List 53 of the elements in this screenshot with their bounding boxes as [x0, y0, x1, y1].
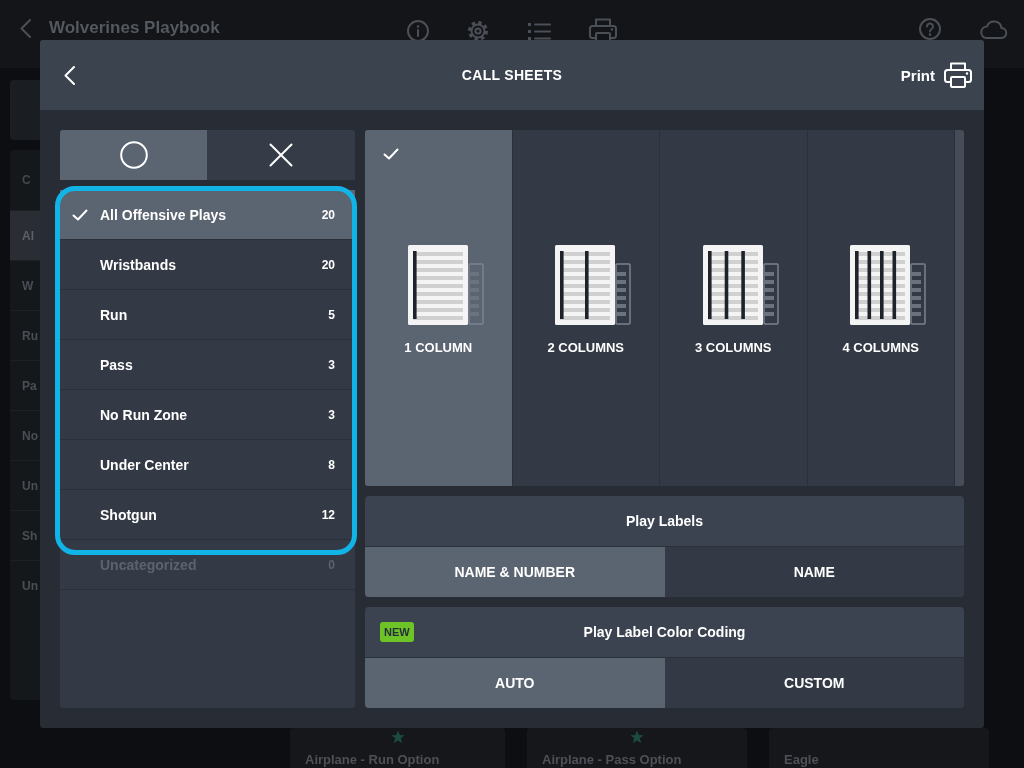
category-row[interactable]: Pass 3: [60, 340, 355, 390]
category-row[interactable]: All Offensive Plays 20: [60, 190, 355, 240]
circle-icon: [119, 141, 148, 169]
category-name: Wristbands: [100, 256, 177, 273]
play-count: 20: [321, 257, 335, 272]
category-name: All Offensive Plays: [100, 206, 228, 223]
column-layout-icon: [702, 245, 779, 325]
category-name: Under Center: [100, 456, 190, 473]
help-icon[interactable]: [919, 18, 941, 40]
play-count: 3: [328, 357, 335, 372]
check-icon: [72, 208, 88, 221]
dialog-title: CALL SHEETS: [461, 67, 563, 83]
category-row[interactable]: Wristbands 20: [60, 240, 355, 290]
column-layout-icon: [850, 245, 927, 325]
close-icon: [269, 143, 293, 167]
toggle-option[interactable]: AUTO: [365, 658, 665, 708]
filter-tab[interactable]: [60, 130, 207, 180]
printer-icon: [944, 62, 972, 88]
info-icon[interactable]: [407, 20, 429, 42]
category-name: Pass: [100, 356, 134, 373]
play-count: 8: [328, 457, 335, 472]
column-layout-icon: [407, 245, 484, 325]
toggle-option[interactable]: NAME: [664, 547, 964, 597]
category-name: Run: [100, 306, 129, 323]
category-row[interactable]: Run 5: [60, 290, 355, 340]
chevron-left-icon: [20, 18, 31, 38]
play-title: Airplane - Run Option: [305, 753, 440, 768]
category-row[interactable]: Shotgun 12: [60, 490, 355, 540]
settings-icon[interactable]: [467, 20, 489, 42]
play-count: 3: [328, 407, 335, 422]
list-icon[interactable]: [527, 21, 551, 41]
play-title: Airplane - Pass Option: [542, 753, 682, 768]
chevron-left-icon: [64, 65, 75, 85]
toggle-option[interactable]: NAME & NUMBER: [365, 547, 665, 597]
category-name: Shotgun: [100, 506, 158, 523]
play-count: 20: [321, 207, 335, 222]
column-layout-icon: [555, 245, 632, 325]
app-title: Wolverines Playbook: [49, 18, 220, 38]
card-background: [10, 80, 40, 140]
new-badge: NEW: [380, 622, 414, 642]
cloud-icon[interactable]: [978, 19, 1008, 39]
category-row[interactable]: Under Center 8: [60, 440, 355, 490]
layout-option[interactable]: 1 COLUMN: [365, 130, 513, 486]
play-count: 5: [328, 307, 335, 322]
print-button[interactable]: Print: [900, 62, 972, 88]
toggle-option[interactable]: CUSTOM: [664, 658, 964, 708]
section-title: Play Label Color Coding: [583, 624, 746, 640]
category-row[interactable]: No Run Zone 3: [60, 390, 355, 440]
play-count: 12: [321, 507, 335, 522]
category-name: No Run Zone: [100, 406, 189, 423]
play-title: Eagle: [784, 753, 819, 768]
section-title: Play Labels: [625, 513, 703, 529]
check-icon: [383, 148, 399, 160]
